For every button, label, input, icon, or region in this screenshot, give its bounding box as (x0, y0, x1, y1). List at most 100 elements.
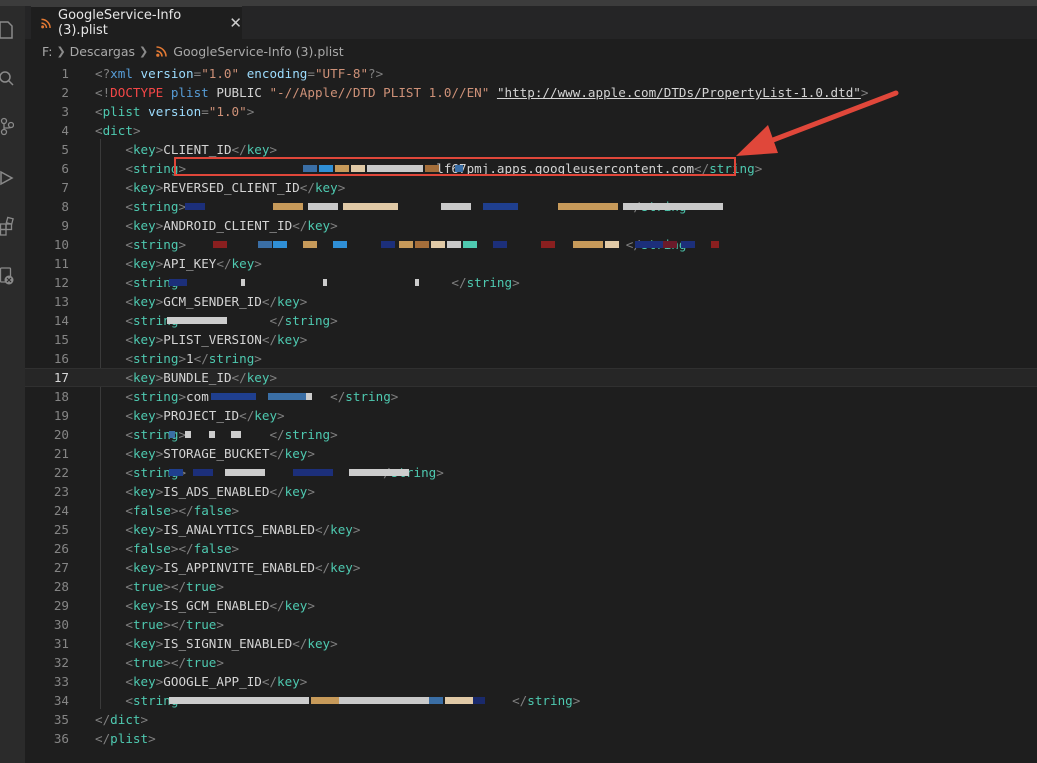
tab-plist-file[interactable]: GoogleService-Info (3).plist ✕ (31, 6, 242, 39)
code-token: true (132, 655, 164, 670)
code-token: < (125, 465, 133, 480)
code-token: > (307, 446, 315, 461)
code-token: > (231, 541, 240, 556)
code-token: </ (216, 256, 232, 271)
code-token: </ (170, 655, 187, 670)
redaction-block (323, 279, 327, 286)
source-control-icon[interactable] (0, 116, 14, 136)
code-token: CLIENT_ID (163, 142, 232, 157)
code-token: < (125, 237, 133, 252)
code-token: > (512, 275, 520, 290)
redaction-block (605, 241, 619, 248)
line-number: 16 (53, 351, 69, 366)
code-token: < (95, 123, 103, 138)
code-token: > (132, 123, 141, 138)
breadcrumb-file[interactable]: GoogleService-Info (3).plist (173, 44, 343, 59)
code-token: key (314, 180, 338, 195)
code-text: <key>IS_ADS_ENABLED</key> (95, 482, 315, 501)
code-token: key (284, 446, 308, 461)
code-token: IS_GCM_ENABLED (163, 598, 270, 613)
code-token: key (132, 636, 156, 651)
breadcrumb-drive[interactable]: F: (42, 44, 52, 59)
code-token: xml (110, 66, 133, 81)
code-line: 29 <key>IS_GCM_ENABLED</key> (25, 596, 1037, 615)
code-token: true (186, 617, 217, 632)
code-token: > (163, 579, 171, 594)
code-token: </ (178, 541, 194, 556)
code-token: key (132, 484, 156, 499)
redaction-block (573, 241, 603, 248)
code-token: "UTF-8" (314, 66, 369, 81)
code-token: <? (95, 66, 111, 81)
redaction-block (681, 241, 695, 248)
code-token: key (132, 256, 156, 271)
code-token: > (269, 142, 278, 157)
code-token: string (284, 313, 331, 328)
code-token: key (132, 598, 156, 613)
code-text: <key>IS_APPINVITE_ENABLED</key> (95, 558, 360, 577)
code-token: > (299, 674, 308, 689)
extensions-icon[interactable] (0, 216, 14, 236)
line-number: 18 (53, 389, 69, 404)
code-line: 25 <key>IS_ANALYTICS_ENABLED</key> (25, 520, 1037, 539)
code-token: > (307, 598, 315, 613)
remote-icon[interactable] (0, 266, 14, 286)
code-token: key (277, 294, 300, 309)
line-number: 4 (61, 123, 69, 138)
code-token: plist (110, 731, 149, 746)
code-token: </ (451, 275, 467, 290)
line-number: 34 (53, 693, 69, 708)
code-token: > (269, 370, 278, 385)
chevron-right-icon: ❯ (139, 44, 149, 58)
code-token: true (186, 655, 217, 670)
code-line: 23 <key>IS_ADS_ENABLED</key> (25, 482, 1037, 501)
code-token: 1 (186, 351, 194, 366)
search-icon[interactable] (0, 68, 14, 88)
line-number: 19 (53, 408, 69, 423)
code-text: </plist> (95, 729, 156, 748)
redaction-block (303, 241, 317, 248)
redaction-block (399, 241, 413, 248)
code-token: key (132, 522, 156, 537)
line-number: 3 (61, 104, 69, 119)
code-token: API_KEY (163, 256, 217, 271)
breadcrumb-folder[interactable]: Descargas (70, 44, 135, 59)
redaction-block (333, 241, 347, 248)
code-token: key (132, 560, 156, 575)
line-number: 31 (53, 636, 69, 651)
line-number: 36 (53, 731, 69, 746)
line-number: 2 (61, 85, 69, 100)
redaction-block (169, 469, 183, 476)
code-token: REVERSED_CLIENT_ID (163, 180, 300, 195)
code-token: DOCTYPE (110, 85, 164, 100)
code-token: key (330, 522, 353, 537)
line-number: 13 (53, 294, 69, 309)
arrow-annotation (736, 90, 899, 156)
line-number: 11 (53, 256, 69, 271)
line-number: 1 (61, 66, 69, 81)
code-token: > (246, 104, 255, 119)
code-token: > (299, 332, 308, 347)
code-token: > (330, 427, 338, 442)
code-token: = (307, 66, 315, 81)
explorer-icon[interactable] (0, 20, 14, 40)
code-token: key (132, 370, 156, 385)
code-token: string (132, 237, 179, 252)
close-icon[interactable]: ✕ (229, 14, 242, 32)
redaction-block (381, 241, 395, 248)
code-token: > (277, 408, 285, 423)
code-token: > (148, 731, 156, 746)
code-token: > (337, 180, 346, 195)
code-token: IS_ANALYTICS_ENABLED (163, 522, 315, 537)
line-number: 14 (53, 313, 69, 328)
run-debug-icon[interactable] (0, 168, 14, 188)
code-token: < (125, 180, 133, 195)
rss-file-icon (156, 45, 168, 57)
code-token: key (132, 332, 156, 347)
code-token: > (178, 351, 187, 366)
line-number: 33 (53, 674, 69, 689)
code-text: <key>ANDROID_CLIENT_ID</key> (95, 216, 337, 235)
code-token: string (132, 199, 179, 214)
